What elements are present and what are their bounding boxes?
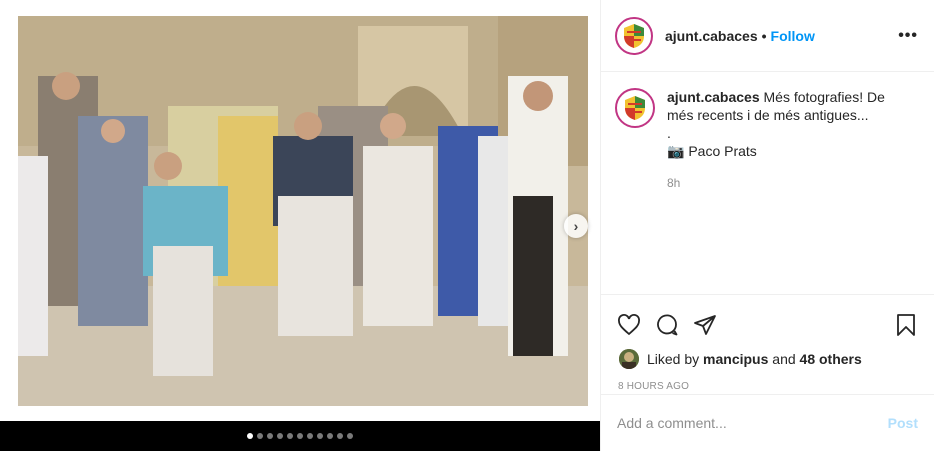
camera-icon: 📷 xyxy=(667,143,685,159)
bookmark-icon[interactable] xyxy=(892,311,920,339)
carousel-dot xyxy=(277,433,283,439)
share-icon[interactable] xyxy=(691,311,719,339)
caption-text-line1: Més fotografies! De xyxy=(763,89,885,105)
more-options-icon[interactable]: ••• xyxy=(898,27,918,45)
caption-avatar[interactable] xyxy=(615,88,655,128)
likes-others-count[interactable]: 48 others xyxy=(800,351,862,367)
carousel-dot xyxy=(337,433,343,439)
caption-body: ajunt.cabaces Més fotografies! De més re… xyxy=(667,88,907,192)
carousel-dot xyxy=(327,433,333,439)
liker-username[interactable]: mancipus xyxy=(703,351,768,367)
comment-input[interactable] xyxy=(617,415,888,431)
carousel-dot xyxy=(267,433,273,439)
comment-icon[interactable] xyxy=(653,311,681,339)
caption-text-line2: més recents i de més antigues... xyxy=(667,107,869,123)
next-photo-button[interactable]: › xyxy=(564,214,588,238)
heart-icon[interactable] xyxy=(615,311,643,339)
carousel-dot xyxy=(247,433,253,439)
post-side-panel: ajunt.cabaces • Follow ••• ajunt.cabaces… xyxy=(600,0,934,451)
action-bar xyxy=(601,295,934,343)
post-photo xyxy=(18,16,588,406)
header-separator: • xyxy=(761,27,767,44)
carousel-dot xyxy=(317,433,323,439)
comment-box: Post xyxy=(601,394,934,451)
carousel-dot xyxy=(347,433,353,439)
follow-button[interactable]: Follow xyxy=(771,28,815,44)
header-username[interactable]: ajunt.cabaces xyxy=(665,28,758,44)
post-actions-section: Liked by mancipus and 48 others 8 HOURS … xyxy=(601,294,934,392)
post-comment-button[interactable]: Post xyxy=(888,415,918,431)
post-caption: ajunt.cabaces Més fotografies! De més re… xyxy=(615,88,918,192)
post-media: › xyxy=(0,0,600,451)
caption-username[interactable]: ajunt.cabaces xyxy=(667,89,760,105)
likes-and: and xyxy=(772,351,796,367)
carousel-dots xyxy=(0,421,600,451)
likes-prefix: Liked by xyxy=(647,351,700,367)
caption-time[interactable]: 8h xyxy=(667,174,907,192)
carousel-dot xyxy=(287,433,293,439)
carousel-dot xyxy=(297,433,303,439)
caption-text-line3: . xyxy=(667,125,671,141)
photo-credit: Paco Prats xyxy=(688,143,757,159)
carousel-dot xyxy=(307,433,313,439)
profile-avatar[interactable] xyxy=(615,16,653,55)
shield-logo-icon xyxy=(625,96,645,120)
carousel-dot xyxy=(257,433,263,439)
likes-summary: Liked by mancipus and 48 others xyxy=(601,343,934,369)
post-header: ajunt.cabaces • Follow ••• xyxy=(601,0,934,72)
shield-logo-icon xyxy=(624,23,644,48)
post-timestamp[interactable]: 8 HOURS AGO xyxy=(601,369,934,392)
liker-avatar[interactable] xyxy=(619,349,639,369)
